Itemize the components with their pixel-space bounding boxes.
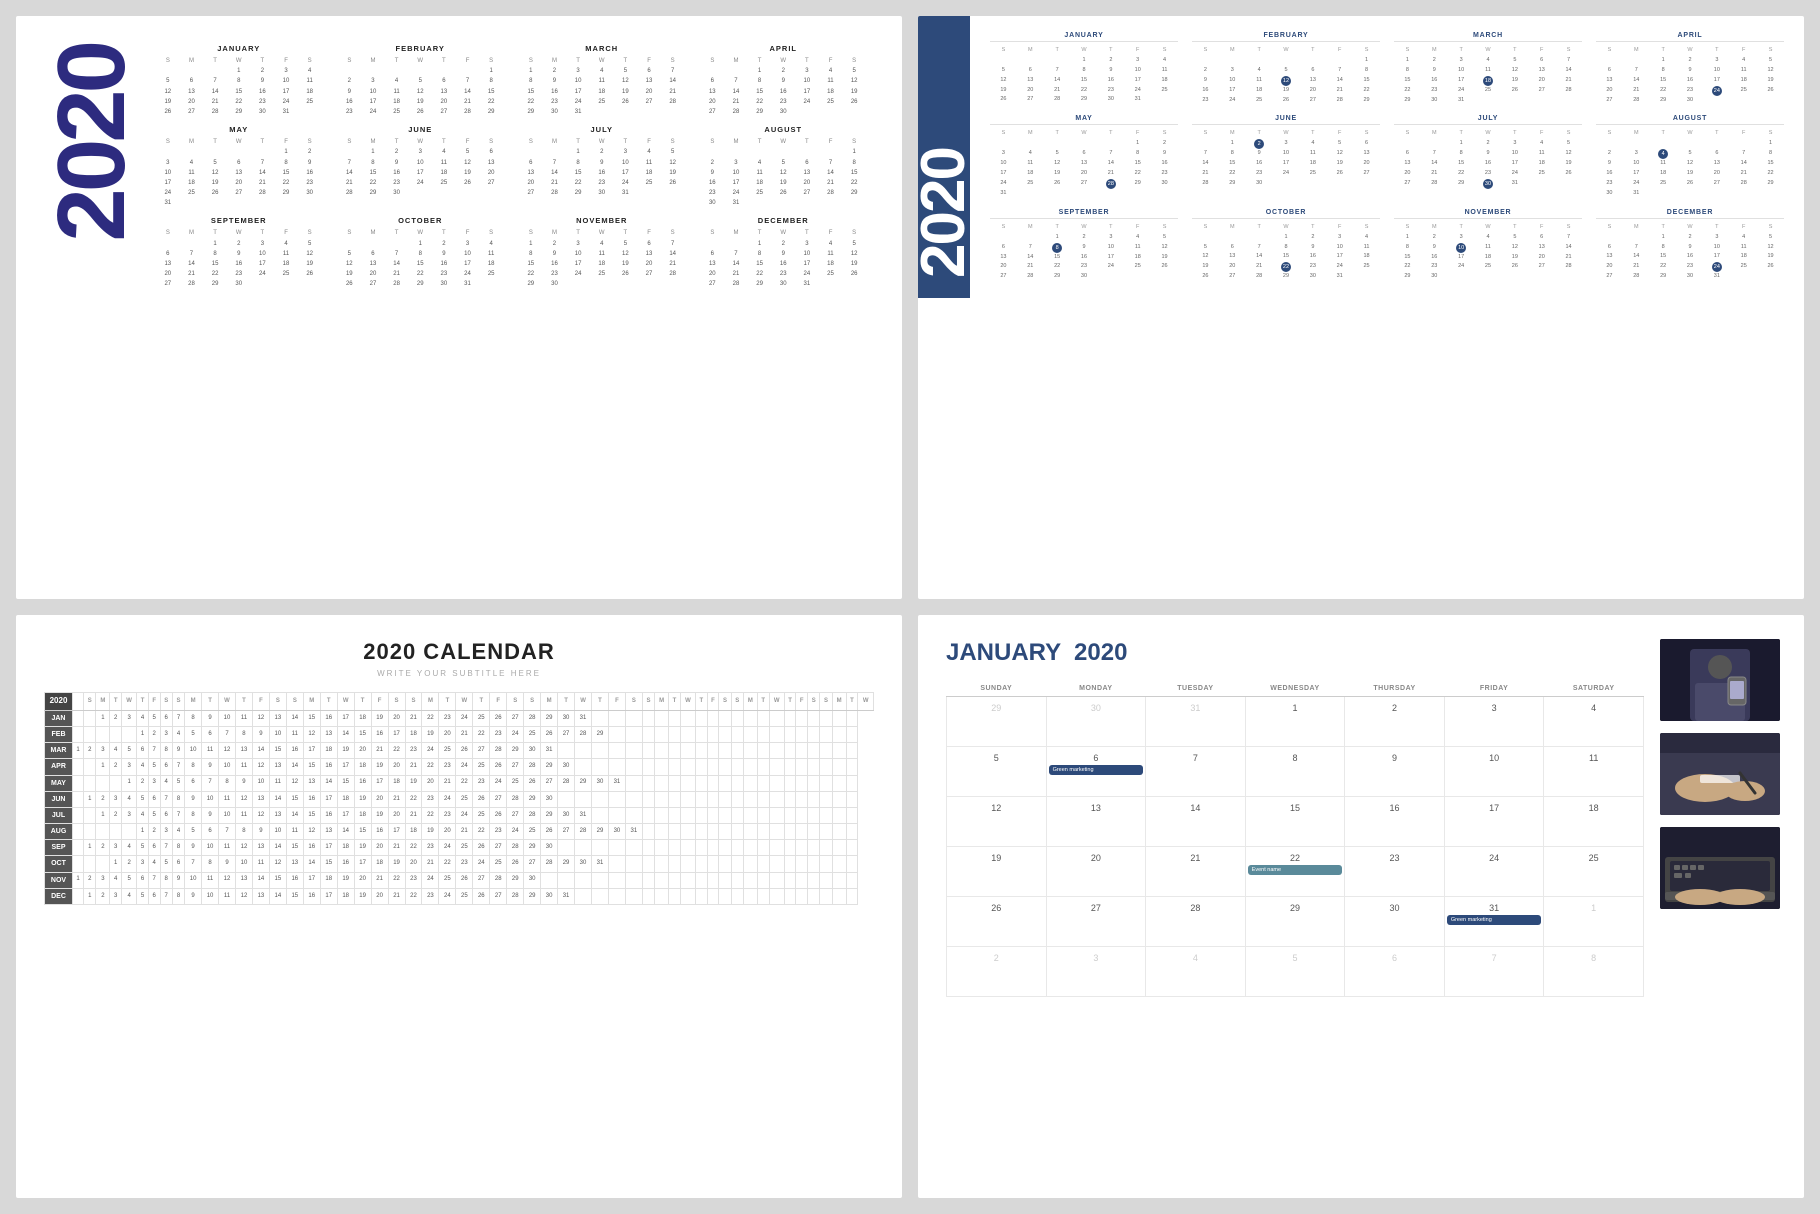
slide-2-annual-calendar-blue: 2020 JANUARYSMTWTFS123456789101112131415… — [918, 16, 1804, 599]
slide2-content: JANUARYSMTWTFS12345678910111213141516171… — [970, 16, 1804, 298]
calendar-cell: 10 — [1444, 747, 1544, 797]
calendar-cell: 28 — [1146, 897, 1246, 947]
slide3-table-container: 2020SMTWTFSSMTWTFSSMTWTFSSMTWTFSSMTWTFSS… — [44, 692, 874, 905]
slide4-photo-1 — [1660, 639, 1780, 721]
cal-header-monday: MONDAY — [1046, 681, 1146, 697]
calendar-cell: 6 — [1345, 947, 1445, 997]
slide3-title: 2020 CALENDAR — [44, 639, 874, 665]
slide4-main: JANUARY 2020 SUNDAYMONDAYTUESDAYWEDNESDA… — [946, 639, 1644, 997]
calendar-cell: 8 — [1544, 947, 1644, 997]
slide1-mini-cal-october: OCTOBERSMTWTFS12345678910111213141516171… — [338, 216, 504, 289]
slide4-photos — [1660, 639, 1780, 997]
calendar-cell: 26 — [947, 897, 1047, 947]
slide2-mini-cal-january: JANUARYSMTWTFS12345678910111213141516171… — [990, 32, 1178, 105]
slide1-calendar-grid: JANUARYSMTWTFS12345678910111213141516171… — [156, 44, 866, 290]
calendar-cell: 2 — [947, 947, 1047, 997]
calendar-cell: 4 — [1544, 697, 1644, 747]
calendar-cell: 1 — [1544, 897, 1644, 947]
slide2-mini-cal-september: SEPTEMBERSMTWTFS123456789101112131415161… — [990, 209, 1178, 282]
calendar-cell: 11 — [1544, 747, 1644, 797]
calendar-cell: 7 — [1444, 947, 1544, 997]
calendar-cell: 1 — [1245, 697, 1345, 747]
calendar-cell: 18 — [1544, 797, 1644, 847]
calendar-cell: 2 — [1345, 697, 1445, 747]
slide1-mini-cal-july: JULYSMTWTFS12345678910111213141516171819… — [519, 125, 685, 208]
calendar-cell: 4 — [1146, 947, 1246, 997]
calendar-cell: 30 — [1046, 697, 1146, 747]
calendar-cell: 29 — [1245, 897, 1345, 947]
slide2-mini-cal-october: OCTOBERSMTWTFS12345678910111213141516171… — [1192, 209, 1380, 282]
calendar-cell: 6Green marketing — [1046, 747, 1146, 797]
calendar-cell: 3 — [1444, 697, 1544, 747]
calendar-cell: 20 — [1046, 847, 1146, 897]
slide2-mini-cal-november: NOVEMBERSMTWTFS1234567891011121314151617… — [1394, 209, 1582, 282]
calendar-cell: 15 — [1245, 797, 1345, 847]
slide1-mini-cal-april: APRILSMTWTFS1234567891011121314151617181… — [701, 44, 867, 117]
slide2-mini-cal-february: FEBRUARYSMTWTFS1234567891011121314151617… — [1192, 32, 1380, 105]
calendar-cell: 19 — [947, 847, 1047, 897]
slide2-mini-cal-july: JULYSMTWTFS12345678910111213141516171819… — [1394, 115, 1582, 198]
cal-header-tuesday: TUESDAY — [1146, 681, 1246, 697]
slide1-year-label: 2020 — [44, 44, 140, 290]
calendar-cell: 27 — [1046, 897, 1146, 947]
slide1-mini-cal-september: SEPTEMBERSMTWTFS123456789101112131415161… — [156, 216, 322, 289]
slide4-title-blue: 2020 — [1074, 639, 1127, 666]
calendar-cell: 3 — [1046, 947, 1146, 997]
slide2-year-label: 2020 — [918, 148, 975, 278]
slide2-mini-cal-december: DECEMBERSMTWTFS1234567891011121314151617… — [1596, 209, 1784, 282]
slide1-mini-cal-may: MAYSMTWTFS123456789101112131415161718192… — [156, 125, 322, 208]
slide1-mini-cal-january: JANUARYSMTWTFS12345678910111213141516171… — [156, 44, 322, 117]
calendar-cell: 14 — [1146, 797, 1246, 847]
calendar-cell: 21 — [1146, 847, 1246, 897]
slide2-mini-cal-august: AUGUSTSMTWTFS123456789101112131415161718… — [1596, 115, 1784, 198]
calendar-cell: 25 — [1544, 847, 1644, 897]
cal-header-saturday: SATURDAY — [1544, 681, 1644, 697]
calendar-cell: 29 — [947, 697, 1047, 747]
calendar-cell: 24 — [1444, 847, 1544, 897]
slide4-title-black: JANUARY — [946, 639, 1061, 666]
slide3-subtitle: WRITE YOUR SUBTITLE HERE — [44, 669, 874, 678]
slide-3-calendar-table: 2020 CALENDAR WRITE YOUR SUBTITLE HERE 2… — [16, 615, 902, 1198]
slide2-mini-cal-april: APRILSMTWTFS1234567891011121314151617181… — [1596, 32, 1784, 105]
calendar-cell: 31Green marketing — [1444, 897, 1544, 947]
calendar-cell: 7 — [1146, 747, 1246, 797]
calendar-cell: 31 — [1146, 697, 1246, 747]
cal-header-thursday: THURSDAY — [1345, 681, 1445, 697]
slide1-mini-cal-june: JUNESMTWTFS12345678910111213141516171819… — [338, 125, 504, 208]
calendar-cell: 5 — [1245, 947, 1345, 997]
slide2-calendar-grid: JANUARYSMTWTFS12345678910111213141516171… — [990, 32, 1784, 282]
slide1-mini-cal-november: NOVEMBERSMTWTFS1234567891011121314151617… — [519, 216, 685, 289]
slide-4-monthly-calendar: JANUARY 2020 SUNDAYMONDAYTUESDAYWEDNESDA… — [918, 615, 1804, 1198]
calendar-cell: 22Event name — [1245, 847, 1345, 897]
calendar-cell: 23 — [1345, 847, 1445, 897]
calendar-cell: 17 — [1444, 797, 1544, 847]
cal-header-wednesday: WEDNESDAY — [1245, 681, 1345, 697]
slide1-mini-cal-august: AUGUSTSMTWTFS123456789101112131415161718… — [701, 125, 867, 208]
slide2-mini-cal-may: MAYSMTWTFS123456789101112131415161718192… — [990, 115, 1178, 198]
calendar-cell: 13 — [1046, 797, 1146, 847]
calendar-cell: 5 — [947, 747, 1047, 797]
slide4-calendar: SUNDAYMONDAYTUESDAYWEDNESDAYTHURSDAYFRID… — [946, 681, 1644, 997]
slide1-mini-cal-december: DECEMBERSMTWTFS1234567891011121314151617… — [701, 216, 867, 289]
slide2-sidebar: 2020 — [918, 16, 970, 298]
slide2-mini-cal-march: MARCHSMTWTFS1234567891011121314151617181… — [1394, 32, 1582, 105]
slide4-photo-3 — [1660, 827, 1780, 909]
slide-1-annual-calendar: 2020 JANUARYSMTWTFS123456789101112131415… — [16, 16, 902, 599]
calendar-cell: 30 — [1345, 897, 1445, 947]
calendar-cell: 16 — [1345, 797, 1445, 847]
slide1-mini-cal-february: FEBRUARYSMTWTFS1234567891011121314151617… — [338, 44, 504, 117]
cal-header-sunday: SUNDAY — [947, 681, 1047, 697]
slide4-photo-2 — [1660, 733, 1780, 815]
slide2-mini-cal-june: JUNESMTWTFS12345678910111213141516171819… — [1192, 115, 1380, 198]
slide1-mini-cal-march: MARCHSMTWTFS1234567891011121314151617181… — [519, 44, 685, 117]
slide4-title: JANUARY 2020 — [946, 639, 1644, 667]
calendar-cell: 12 — [947, 797, 1047, 847]
calendar-cell: 9 — [1345, 747, 1445, 797]
calendar-cell: 8 — [1245, 747, 1345, 797]
cal-header-friday: FRIDAY — [1444, 681, 1544, 697]
